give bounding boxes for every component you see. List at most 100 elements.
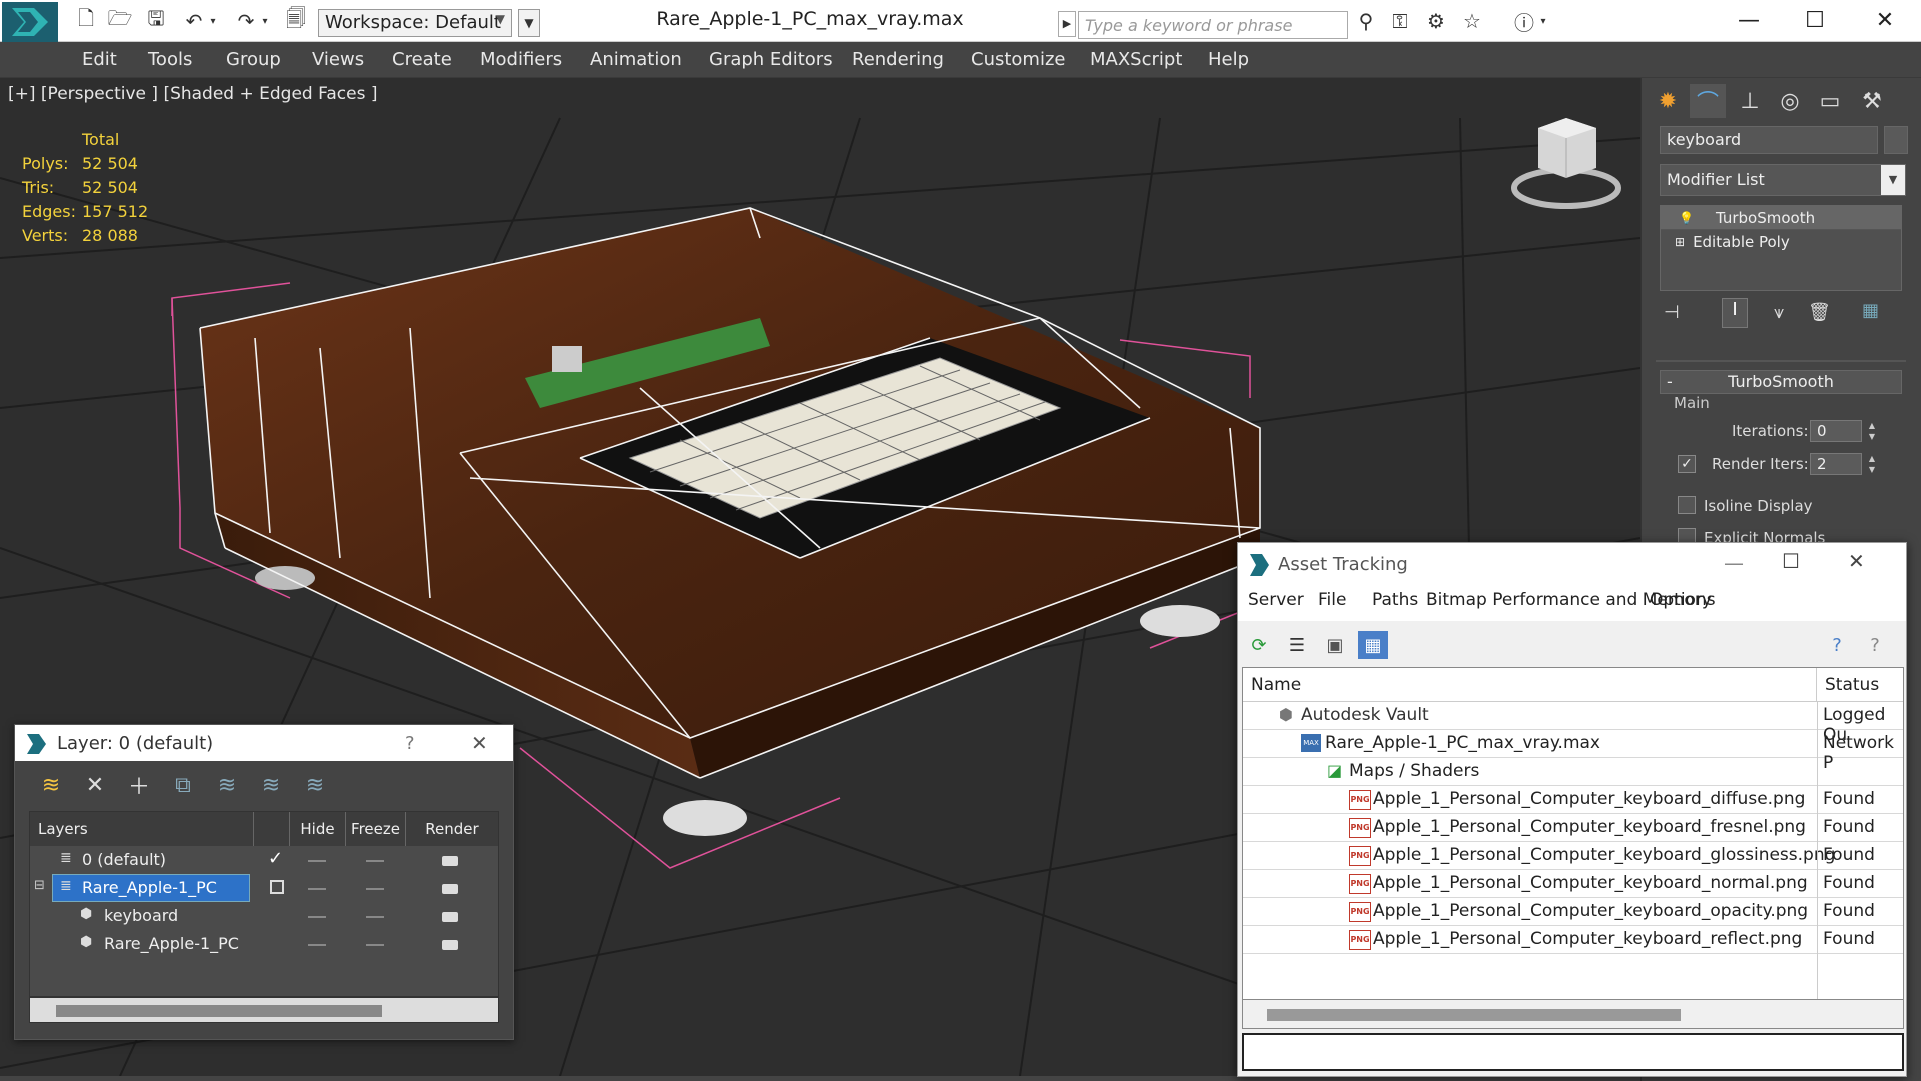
column-header-current[interactable] <box>254 812 290 846</box>
make-unique-icon[interactable]: ⩛ <box>1774 302 1784 323</box>
minimize-icon[interactable]: — <box>1724 551 1744 575</box>
render-teapot-icon[interactable] <box>442 940 458 950</box>
object-color-swatch[interactable] <box>1884 126 1908 154</box>
help-icon[interactable]: ? <box>405 733 415 754</box>
menu-group[interactable]: Group <box>226 49 281 70</box>
minimize-button[interactable]: — <box>1714 4 1784 38</box>
stack-item-editable-poly[interactable]: ⊞ Editable Poly <box>1661 230 1901 254</box>
new-file-icon[interactable]: 🗋 <box>72 6 100 34</box>
column-header-name[interactable]: Name <box>1243 668 1817 702</box>
modifier-list-dropdown[interactable]: Modifier List ▼ <box>1660 164 1906 196</box>
project-folder-icon[interactable]: 🗐 <box>282 6 310 34</box>
freeze-toggle[interactable] <box>366 860 384 862</box>
hierarchy-tab-icon[interactable]: ⊥ <box>1732 84 1768 118</box>
asset-status-field[interactable] <box>1242 1033 1904 1071</box>
motion-tab-icon[interactable]: ◎ <box>1772 84 1808 118</box>
spinner-arrows-icon[interactable]: ▲ ▼ <box>1866 420 1878 442</box>
menu-customize[interactable]: Customize <box>971 49 1065 70</box>
help-icon[interactable]: ⓘ <box>1510 8 1538 35</box>
binoculars-icon[interactable]: ⚲ <box>1352 8 1380 34</box>
search-expand-icon[interactable]: ▶ <box>1058 11 1076 37</box>
refresh-icon[interactable]: ⟳ <box>1244 631 1274 659</box>
sign-in-key-icon[interactable]: ⚿ <box>1386 8 1414 34</box>
menu-animation[interactable]: Animation <box>590 49 682 70</box>
lightbulb-icon[interactable]: 💡 <box>1679 211 1694 225</box>
asset-row[interactable]: MAX Rare_Apple-1_PC_max_vray.max Network… <box>1243 730 1903 773</box>
asset-row[interactable]: PNG Apple_1_Personal_Computer_keyboard_d… <box>1243 786 1903 814</box>
utilities-tab-icon[interactable]: ⚒ <box>1854 84 1890 118</box>
collapse-minus-icon[interactable]: ⊟ <box>34 878 45 893</box>
set-current-box-icon[interactable] <box>270 880 284 894</box>
show-end-result-icon[interactable]: Ⅰ <box>1722 298 1748 328</box>
asset-row[interactable]: PNG Apple_1_Personal_Computer_keyboard_o… <box>1243 898 1903 926</box>
spinner-arrows-icon[interactable]: ▲ ▼ <box>1866 453 1878 475</box>
asset-row[interactable]: ⬢ Autodesk Vault Logged Ou <box>1243 702 1903 745</box>
display-tab-icon[interactable]: ▭ <box>1812 84 1848 118</box>
asset-row[interactable]: PNG Apple_1_Personal_Computer_keyboard_f… <box>1243 814 1903 842</box>
menu-help[interactable]: Help <box>1208 49 1249 70</box>
column-header-render[interactable]: Render <box>406 812 498 846</box>
undo-icon[interactable]: ↶ <box>180 8 208 34</box>
asset-menu-paths[interactable]: Paths <box>1372 590 1418 610</box>
freeze-toggle[interactable] <box>366 888 384 890</box>
pin-stack-icon[interactable]: ⊣ <box>1664 302 1680 323</box>
render-teapot-icon[interactable] <box>442 912 458 922</box>
object-name-field[interactable]: keyboard <box>1660 126 1878 154</box>
asset-row[interactable]: PNG Apple_1_Personal_Computer_keyboard_g… <box>1243 842 1903 870</box>
iterations-spinner[interactable]: 0 <box>1810 420 1862 442</box>
menu-views[interactable]: Views <box>312 49 364 70</box>
render-iters-checkbox[interactable]: ✓ <box>1678 455 1696 473</box>
help-dropdown-icon[interactable]: ▾ <box>1536 8 1550 34</box>
modify-tab-icon[interactable]: ⌒ <box>1690 84 1726 118</box>
menu-tools[interactable]: Tools <box>148 49 192 70</box>
hide-toggle[interactable] <box>308 944 326 946</box>
turbosmooth-rollout-header[interactable]: - TurboSmooth <box>1660 370 1902 394</box>
delete-layer-icon[interactable]: ✕ <box>81 771 109 799</box>
viewcube-icon[interactable] <box>1511 118 1621 209</box>
menu-graph-editors[interactable]: Graph Editors <box>709 49 833 70</box>
close-icon[interactable]: ✕ <box>1848 549 1865 573</box>
workspace-select[interactable]: Workspace: Default ▼ <box>318 9 512 37</box>
workspace-options-icon[interactable]: ▼ <box>518 9 540 37</box>
redo-icon[interactable]: ↷ <box>232 8 260 34</box>
create-tab-icon[interactable]: ✹ <box>1650 84 1686 118</box>
column-header-status[interactable]: Status <box>1817 668 1903 702</box>
hide-toggle[interactable] <box>308 916 326 918</box>
hide-toggle[interactable] <box>308 860 326 862</box>
thumbnail-view-icon[interactable]: ▣ <box>1320 631 1350 659</box>
add-to-layer-icon[interactable]: ＋ <box>125 771 153 800</box>
asset-menu-file[interactable]: File <box>1318 590 1346 610</box>
search-input[interactable]: Type a keyword or phrase <box>1078 11 1348 39</box>
current-layer-check-icon[interactable]: ✓ <box>268 848 283 869</box>
layer-window-titlebar[interactable]: Layer: 0 (default) ? ✕ <box>15 725 513 761</box>
highlight-selected-icon[interactable]: ≋ <box>213 771 241 799</box>
menu-rendering[interactable]: Rendering <box>852 49 944 70</box>
select-objects-icon[interactable]: ⧉ <box>169 771 197 799</box>
asset-menu-server[interactable]: Server <box>1248 590 1304 610</box>
column-header-freeze[interactable]: Freeze <box>346 812 406 846</box>
render-teapot-icon[interactable] <box>442 856 458 866</box>
configure-sets-icon[interactable]: ▦ <box>1862 300 1879 321</box>
asset-window-titlebar[interactable]: Asset Tracking — ☐ ✕ <box>1238 543 1906 587</box>
asset-row[interactable]: PNG Apple_1_Personal_Computer_keyboard_r… <box>1243 926 1903 954</box>
exchange-icon[interactable]: ⚙ <box>1422 8 1450 34</box>
maximize-icon[interactable]: ☐ <box>1782 549 1800 573</box>
isoline-display-checkbox[interactable] <box>1678 496 1696 514</box>
render-teapot-icon[interactable] <box>442 884 458 894</box>
column-header-hide[interactable]: Hide <box>290 812 346 846</box>
remove-modifier-icon[interactable]: 🗑 <box>1808 302 1831 323</box>
close-button[interactable]: ✕ <box>1850 4 1920 38</box>
layer-row[interactable]: ⊟ ≣ Rare_Apple-1_PC <box>30 874 498 902</box>
close-icon[interactable]: ✕ <box>471 731 488 755</box>
menu-maxscript[interactable]: MAXScript <box>1090 49 1182 70</box>
menu-edit[interactable]: Edit <box>82 49 117 70</box>
freeze-toggle[interactable] <box>366 916 384 918</box>
hide-all-layers-icon[interactable]: ≋ <box>257 771 285 799</box>
maximize-button[interactable]: ☐ <box>1780 4 1850 38</box>
layer-row[interactable]: ≣ 0 (default) ✓ <box>30 846 498 874</box>
menu-create[interactable]: Create <box>392 49 452 70</box>
app-menu-button[interactable] <box>2 2 58 42</box>
freeze-toggle[interactable] <box>366 944 384 946</box>
list-view-icon[interactable]: ☰ <box>1282 631 1312 659</box>
new-layer-icon[interactable]: ≋ <box>37 771 65 799</box>
